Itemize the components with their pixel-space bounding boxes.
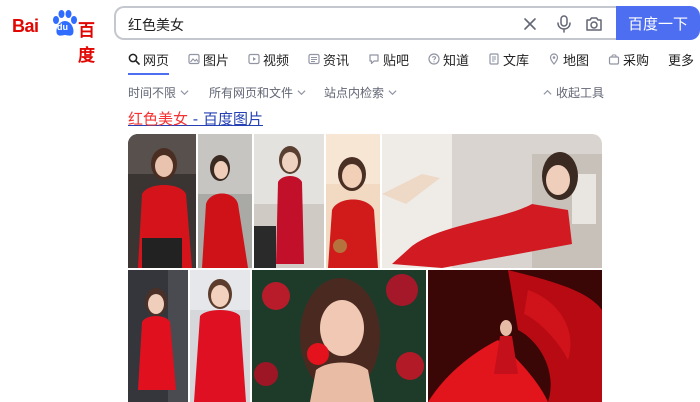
site-filter-label: 站点内检索 xyxy=(324,86,385,100)
tab-label: 视频 xyxy=(263,53,290,69)
map-icon xyxy=(548,53,560,65)
image-thumbnail[interactable] xyxy=(190,270,250,402)
image-thumbnail[interactable] xyxy=(252,270,426,402)
image-thumbnail[interactable] xyxy=(428,270,602,402)
image-icon xyxy=(188,53,200,65)
search-icon xyxy=(128,53,140,65)
chevron-up-icon xyxy=(543,89,552,95)
chevron-down-icon xyxy=(297,90,306,96)
tab-zhidao[interactable]: 知道 xyxy=(428,50,470,69)
tab-label: 资讯 xyxy=(323,53,350,69)
type-filter[interactable]: 所有网页和文件 xyxy=(209,84,306,101)
tieba-icon xyxy=(368,53,380,65)
tab-label: 图片 xyxy=(203,53,230,69)
chevron-down-icon xyxy=(388,90,397,96)
baidu-logo[interactable]: Bai du 百度 xyxy=(12,8,104,66)
image-thumbnail[interactable] xyxy=(326,134,380,268)
image-result-grid xyxy=(128,134,602,402)
chevron-down-icon xyxy=(180,90,189,96)
tab-label: 地图 xyxy=(563,53,590,69)
clear-icon[interactable] xyxy=(520,14,540,34)
tab-more[interactable]: 更多 xyxy=(668,50,695,69)
tab-label: 贴吧 xyxy=(383,53,410,69)
tab-label: 网页 xyxy=(143,53,170,69)
doc-icon xyxy=(488,53,500,65)
search-query-text: 红色美女 xyxy=(128,18,184,34)
image-thumbnail[interactable] xyxy=(254,134,324,268)
search-button[interactable]: 百度一下 xyxy=(616,6,700,40)
time-filter[interactable]: 时间不限 xyxy=(128,84,189,101)
search-tools: 时间不限 所有网页和文件 站点内检索 收起工具 xyxy=(0,84,700,100)
tab-tieba[interactable]: 贴吧 xyxy=(368,50,410,69)
news-icon xyxy=(308,53,320,65)
bag-icon xyxy=(608,53,620,65)
tab-images[interactable]: 图片 xyxy=(188,50,230,69)
question-icon xyxy=(428,53,440,65)
tab-map[interactable]: 地图 xyxy=(548,50,590,69)
camera-icon[interactable] xyxy=(584,14,604,34)
image-thumbnail[interactable] xyxy=(382,134,602,268)
video-icon xyxy=(248,53,260,65)
image-thumbnail[interactable] xyxy=(128,270,188,402)
type-filter-label: 所有网页和文件 xyxy=(209,86,294,100)
tab-wenku[interactable]: 文库 xyxy=(488,50,530,69)
time-filter-label: 时间不限 xyxy=(128,86,177,100)
logo-text-du: du xyxy=(57,22,68,32)
search-input[interactable]: 红色美女 xyxy=(114,6,618,40)
logo-text-bai: Bai xyxy=(12,16,39,36)
result-title-highlight: 红色美女 xyxy=(128,110,189,128)
tab-web[interactable]: 网页 xyxy=(128,50,170,75)
tab-label: 知道 xyxy=(443,53,470,69)
result-title-link[interactable]: 红色美女 - 百度图片 xyxy=(128,108,263,129)
tab-news[interactable]: 资讯 xyxy=(308,50,350,69)
tab-label: 文库 xyxy=(503,53,530,69)
collapse-tools-button[interactable]: 收起工具 xyxy=(543,84,604,101)
tab-label: 更多 xyxy=(668,53,695,69)
result-title-source: - 百度图片 xyxy=(188,110,263,128)
site-filter[interactable]: 站点内检索 xyxy=(324,84,397,101)
tab-video[interactable]: 视频 xyxy=(248,50,290,69)
tab-purchase[interactable]: 采购 xyxy=(608,50,650,69)
image-thumbnail[interactable] xyxy=(198,134,252,268)
tab-label: 采购 xyxy=(623,53,650,69)
microphone-icon[interactable] xyxy=(554,14,574,34)
image-thumbnail[interactable] xyxy=(128,134,196,268)
collapse-tools-label: 收起工具 xyxy=(556,86,605,100)
search-tabs: 网页 图片 视频 资讯 贴吧 知道 文库 地图 采购 更多 xyxy=(0,50,700,75)
